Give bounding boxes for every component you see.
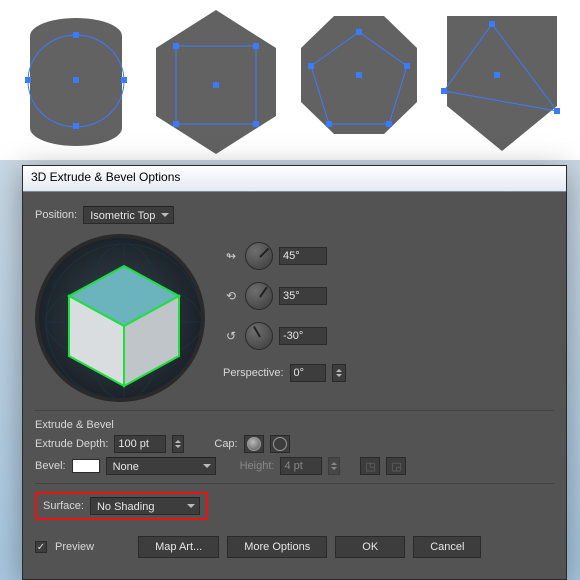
cap-label: Cap: [214,438,237,450]
extrude-depth-field[interactable] [114,435,166,453]
shape-hex-square [146,6,286,156]
height-stepper [328,457,340,475]
rotation-controls: ↬ ⟲ ↺ Perspective: [223,238,346,386]
rot-x-knob[interactable] [245,242,273,270]
rot-z-field[interactable] [279,327,327,345]
more-options-button[interactable]: More Options [227,536,327,558]
bevel-swatch[interactable] [72,459,100,473]
perspective-field[interactable] [290,364,326,382]
height-label: Height: [240,460,275,472]
height-field [280,457,322,475]
orientation-preview[interactable] [35,234,205,402]
preview-label: Preview [55,541,94,553]
preview-checkbox[interactable]: ✓ [35,541,47,553]
perspective-stepper[interactable] [332,364,346,382]
cancel-button[interactable]: Cancel [413,536,481,558]
position-label: Position: [35,209,77,221]
surface-callout: Surface: No Shading [35,492,208,520]
axis-y-icon: ⟲ [223,289,239,303]
extrude-bevel-dialog: 3D Extrude & Bevel Options Position: Iso… [22,165,567,580]
surface-dropdown[interactable]: No Shading [90,497,200,515]
shape-pent-triangle [432,6,572,156]
shape-cylinder [8,6,143,156]
position-dropdown[interactable]: Isometric Top [83,206,174,224]
axis-z-icon: ↺ [223,329,239,343]
bevel-label: Bevel: [35,460,66,472]
rot-z-knob[interactable] [245,322,273,350]
separator-2 [35,483,554,484]
bevel-dropdown[interactable]: None [106,457,216,475]
cap-on-button[interactable] [244,435,264,453]
axis-x-icon: ↬ [223,249,239,263]
shape-oct-pentagon [289,6,429,156]
dialog-title: 3D Extrude & Bevel Options [23,166,566,192]
bevel-in-button: ◳ [360,457,380,475]
surface-label: Surface: [43,500,84,512]
rot-y-knob[interactable] [245,282,273,310]
cap-off-button[interactable] [270,435,290,453]
map-art-button[interactable]: Map Art... [138,536,219,558]
ok-button[interactable]: OK [335,536,405,558]
extrude-section-title: Extrude & Bevel [35,419,554,431]
extrude-depth-stepper[interactable] [172,435,184,453]
canvas-shapes [0,6,580,156]
rot-y-field[interactable] [279,287,327,305]
bevel-out-button: ◲ [386,457,406,475]
rot-x-field[interactable] [279,247,327,265]
perspective-label: Perspective: [223,367,284,379]
extrude-depth-label: Extrude Depth: [35,438,108,450]
separator [35,410,554,411]
